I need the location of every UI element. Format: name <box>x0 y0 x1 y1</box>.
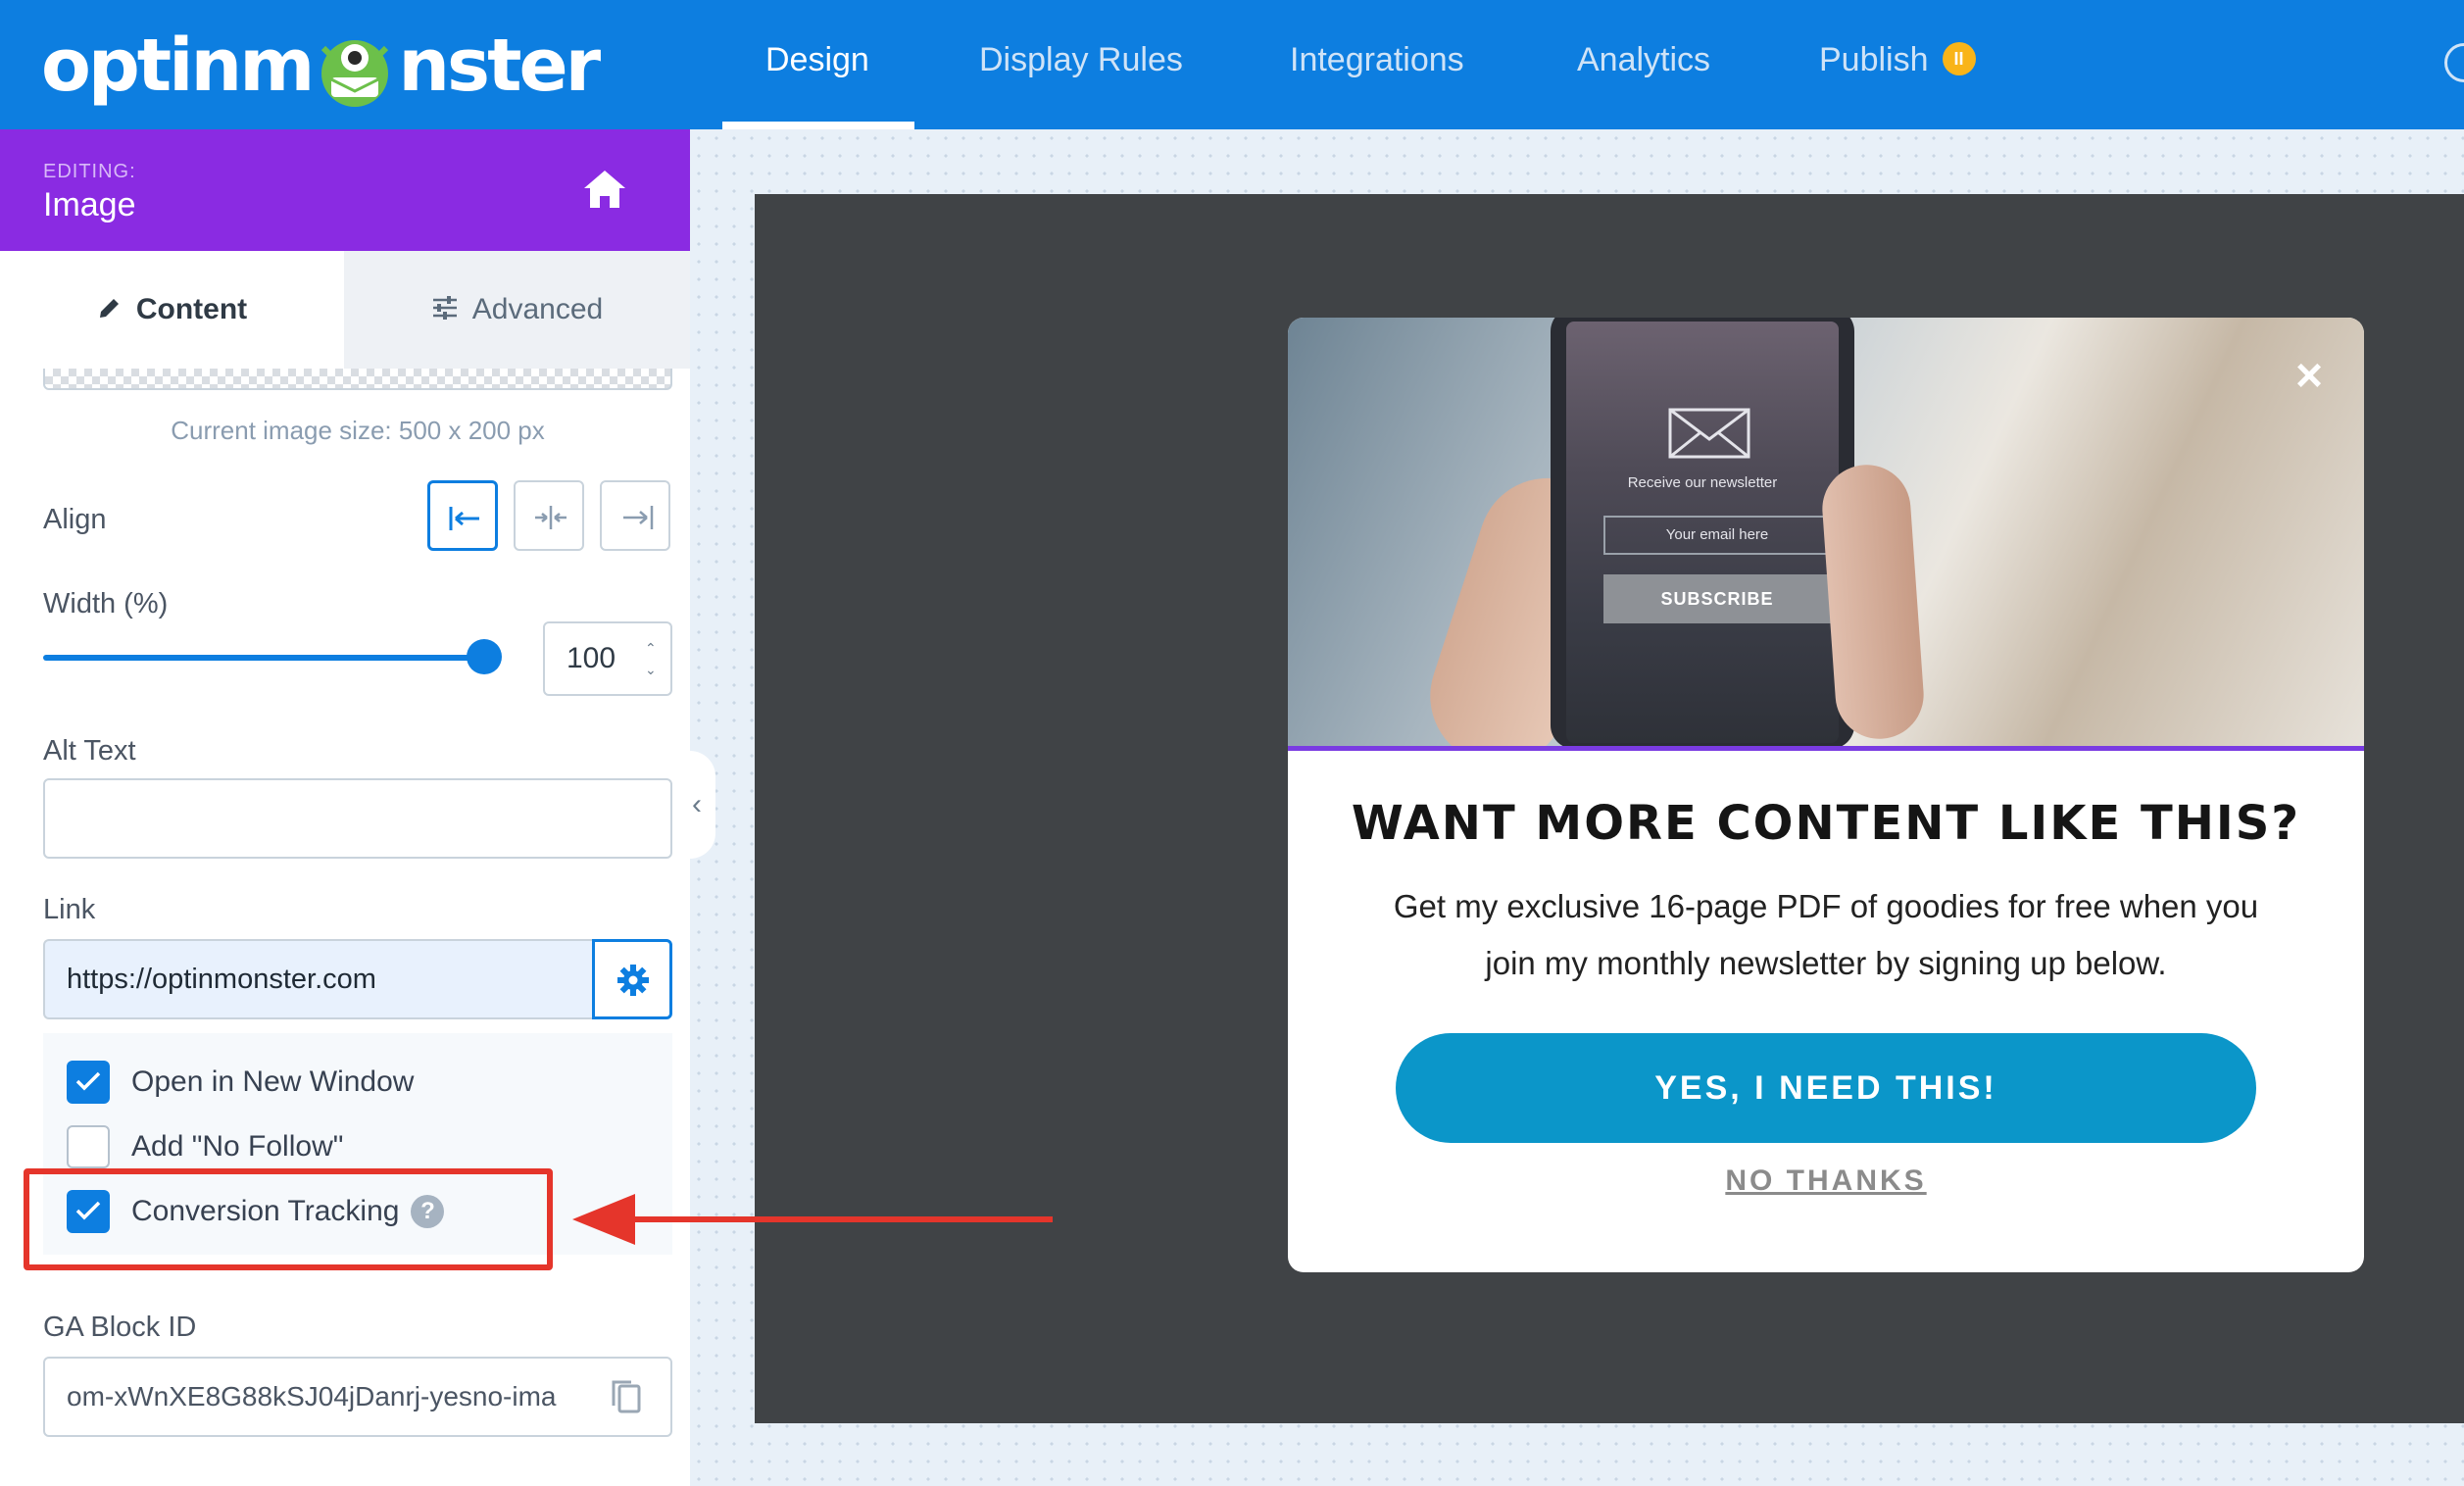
monster-icon <box>321 40 389 107</box>
check-icon <box>75 1071 101 1091</box>
envelope-icon <box>1668 408 1750 459</box>
popup-body[interactable]: Get my exclusive 16-page PDF of goodies … <box>1376 878 2276 992</box>
nav-publish[interactable]: Publish II <box>1819 0 1976 129</box>
red-arrow-icon <box>572 1194 1053 1245</box>
gear-icon <box>617 965 649 996</box>
width-value: 100 <box>567 642 616 674</box>
editing-title: Image <box>43 186 136 223</box>
align-center-icon <box>535 506 567 529</box>
checkbox-checked[interactable] <box>67 1061 110 1104</box>
editing-header: EDITING: Image <box>0 129 690 251</box>
link-label: Link <box>43 894 96 925</box>
ga-block-id-input[interactable]: om-xWnXE8G88kSJ04jDanrj-yesno-ima <box>43 1357 672 1437</box>
popup-body-line-1: Get my exclusive 16-page PDF of goodies … <box>1393 888 2259 924</box>
open-new-window-label: Open in New Window <box>131 1065 415 1098</box>
popup-body-line-2: join my monthly newsletter by signing up… <box>1485 945 2167 981</box>
ga-block-id-label: GA Block ID <box>43 1312 197 1343</box>
phone-email-input: Your email here <box>1603 516 1831 555</box>
cta-button[interactable]: YES, I NEED THIS! <box>1396 1033 2256 1143</box>
pencil-icon <box>99 299 119 319</box>
panel-tabs: Content Advanced <box>0 251 690 369</box>
ga-block-id-value: om-xWnXE8G88kSJ04jDanrj-yesno-ima <box>67 1381 557 1412</box>
align-center-button[interactable] <box>514 480 584 551</box>
home-icon[interactable] <box>582 169 627 210</box>
phone-caption: Receive our newsletter <box>1627 474 1778 491</box>
link-input[interactable]: https://optinmonster.com <box>43 939 594 1019</box>
top-nav: optinm nster Design Display Rules Integr… <box>0 0 2464 129</box>
thumb-shape <box>1819 462 1927 742</box>
nav-publish-label: Publish <box>1819 41 1929 78</box>
help-circle-icon[interactable] <box>2444 43 2464 82</box>
alt-text-input[interactable] <box>43 778 672 859</box>
tab-content-label: Content <box>135 293 248 325</box>
phone-mockup: Receive our newsletter Your email here S… <box>1551 318 1854 746</box>
nav-integrations[interactable]: Integrations <box>1290 0 1464 129</box>
optinmonster-logo[interactable]: optinm nster <box>41 22 601 110</box>
checkbox-unchecked[interactable] <box>67 1125 110 1168</box>
sliders-icon <box>432 296 457 321</box>
align-left-icon <box>449 507 479 530</box>
width-number-input[interactable]: 100 ⌃ ⌄ <box>543 621 672 696</box>
no-thanks-link[interactable]: NO THANKS <box>1288 1164 2364 1198</box>
chevron-left-icon: ‹ <box>692 788 702 820</box>
width-slider-track[interactable] <box>43 655 484 661</box>
stepper-arrows-icon[interactable]: ⌃ ⌄ <box>645 637 661 680</box>
logo-text-left: optinm <box>41 24 315 108</box>
width-label: Width (%) <box>43 588 169 619</box>
nav-display-rules[interactable]: Display Rules <box>979 0 1183 129</box>
tab-advanced[interactable]: Advanced <box>344 251 690 369</box>
phone-subscribe-button: SUBSCRIBE <box>1603 574 1831 623</box>
campaign-popup: Receive our newsletter Your email here S… <box>1288 318 2364 1272</box>
tab-content[interactable]: Content <box>0 251 344 369</box>
align-label: Align <box>43 504 107 535</box>
image-preview[interactable] <box>43 369 672 390</box>
width-slider-thumb[interactable] <box>467 639 502 674</box>
copy-icon[interactable] <box>610 1378 643 1415</box>
popup-headline[interactable]: WANT MORE CONTENT LIKE THIS? <box>1288 796 2364 851</box>
align-right-button[interactable] <box>600 480 670 551</box>
align-right-icon <box>623 506 654 529</box>
logo-text-right: nster <box>398 24 601 108</box>
open-new-window-checkbox[interactable]: Open in New Window <box>67 1061 414 1104</box>
no-follow-label: Add "No Follow" <box>131 1130 344 1163</box>
phone-screen: Receive our newsletter Your email here S… <box>1566 322 1839 743</box>
no-follow-checkbox[interactable]: Add "No Follow" <box>67 1125 343 1168</box>
nav-analytics[interactable]: Analytics <box>1577 0 1710 129</box>
sidebar-collapse-handle[interactable]: ‹ <box>690 751 715 859</box>
tab-advanced-label: Advanced <box>471 293 604 325</box>
editing-label: EDITING: <box>43 161 136 182</box>
popup-hero-image[interactable]: Receive our newsletter Your email here S… <box>1288 318 2364 751</box>
nav-active-indicator <box>722 122 914 129</box>
close-icon[interactable]: × <box>2295 353 2323 400</box>
image-size-text: Current image size: 500 x 200 px <box>171 416 545 445</box>
highlight-box <box>24 1168 553 1270</box>
link-settings-button[interactable] <box>592 939 672 1019</box>
alt-text-label: Alt Text <box>43 735 136 767</box>
pause-badge-icon: II <box>1942 42 1976 76</box>
nav-design[interactable]: Design <box>765 0 869 129</box>
align-left-button[interactable] <box>427 480 498 551</box>
